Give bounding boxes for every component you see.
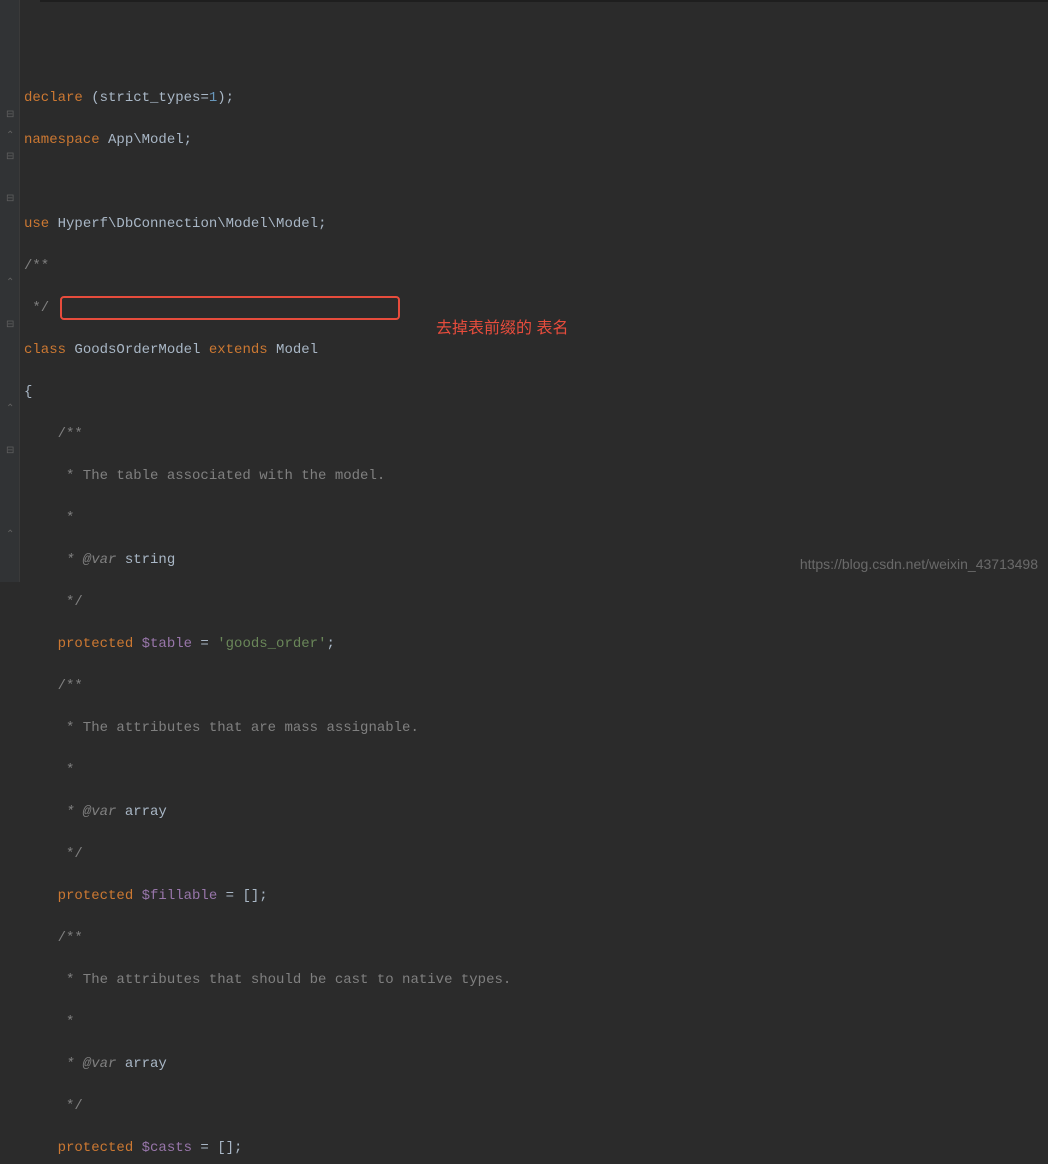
fold-icon[interactable]: ⌃ bbox=[6, 529, 14, 541]
code-line: * The attributes that are mass assignabl… bbox=[24, 718, 1048, 739]
annotation-text: 去掉表前缀的 表名 bbox=[436, 318, 568, 339]
code-line: /** bbox=[24, 256, 1048, 277]
code-line: class GoodsOrderModel extends Model bbox=[24, 340, 1048, 361]
code-line: * @var string bbox=[24, 550, 1048, 571]
fold-icon[interactable]: ⌃ bbox=[6, 277, 14, 289]
code-line: protected $table = 'goods_order'; bbox=[24, 634, 1048, 655]
code-line: declare (strict_types=1); bbox=[24, 88, 1048, 109]
shadow bbox=[40, 0, 1048, 2]
fold-icon[interactable]: ⊟ bbox=[6, 151, 14, 163]
fold-icon[interactable]: ⊟ bbox=[6, 109, 14, 121]
code-line: * The table associated with the model. bbox=[24, 466, 1048, 487]
code-line: */ bbox=[24, 298, 1048, 319]
fold-icon[interactable]: ⌃ bbox=[6, 130, 14, 142]
code-line: { bbox=[24, 382, 1048, 403]
fold-icon[interactable]: ⊟ bbox=[6, 445, 14, 457]
code-line bbox=[24, 46, 1048, 67]
code-line: * @var array bbox=[24, 1054, 1048, 1075]
fold-icon[interactable]: ⊟ bbox=[6, 193, 14, 205]
code-line: * The attributes that should be cast to … bbox=[24, 970, 1048, 991]
code-line: /** bbox=[24, 676, 1048, 697]
code-line bbox=[24, 172, 1048, 193]
code-line: * @var array bbox=[24, 802, 1048, 823]
code-line: protected $fillable = []; bbox=[24, 886, 1048, 907]
code-editor[interactable]: ⊟ ⌃ ⊟ ⊟ ⌃ ⊟ ⌃ ⊟ ⌃ declare (strict_types=… bbox=[0, 0, 1048, 582]
code-line: use Hyperf\DbConnection\Model\Model; bbox=[24, 214, 1048, 235]
code-line: /** bbox=[24, 424, 1048, 445]
code-line: */ bbox=[24, 844, 1048, 865]
fold-icon[interactable]: ⊟ bbox=[6, 319, 14, 331]
code-line: * bbox=[24, 1012, 1048, 1033]
code-line: * bbox=[24, 508, 1048, 529]
code-line: protected $casts = []; bbox=[24, 1138, 1048, 1159]
code-line: */ bbox=[24, 592, 1048, 613]
code-area[interactable]: declare (strict_types=1); namespace App\… bbox=[20, 0, 1048, 582]
code-line: /** bbox=[24, 928, 1048, 949]
code-line: namespace App\Model; bbox=[24, 130, 1048, 151]
code-line: * bbox=[24, 760, 1048, 781]
code-line: */ bbox=[24, 1096, 1048, 1117]
gutter: ⊟ ⌃ ⊟ ⊟ ⌃ ⊟ ⌃ ⊟ ⌃ bbox=[0, 0, 20, 582]
fold-icon[interactable]: ⌃ bbox=[6, 403, 14, 415]
